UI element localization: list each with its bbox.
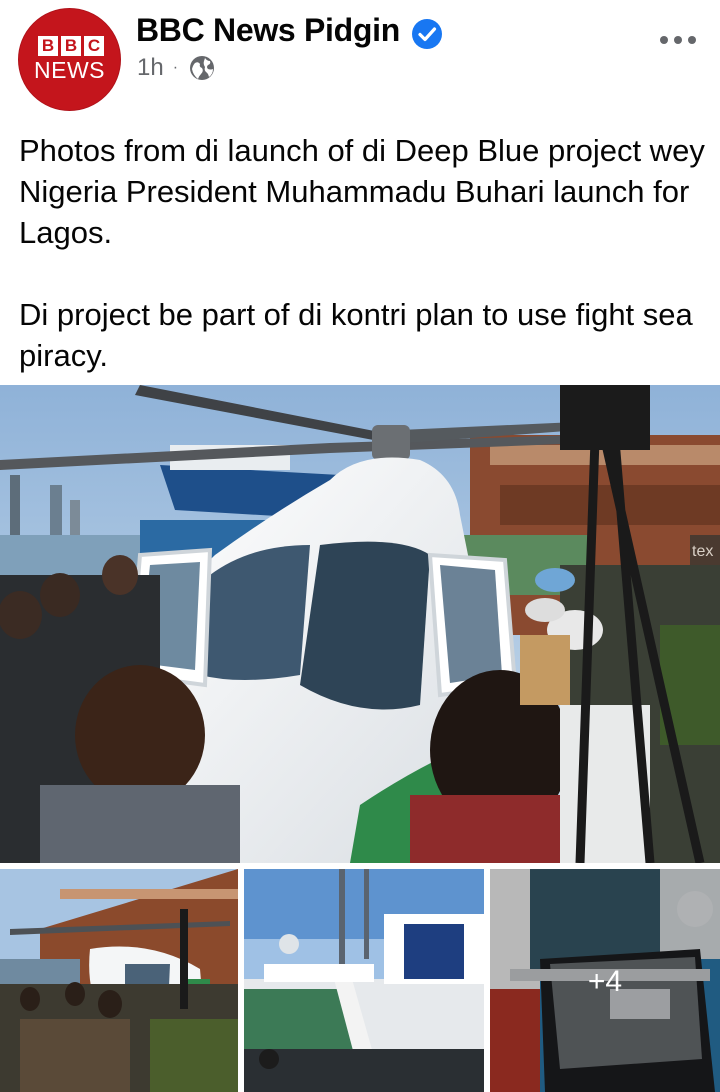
thumbnail-illustration [0,869,238,1092]
post-meta: 1h · [137,54,215,82]
post-header: B B C NEWS BBC News Pidgin 1h · [0,0,720,112]
logo-letter: B [61,36,81,56]
main-photo-helicopter[interactable]: tex [0,385,720,863]
thumbnail-illustration [244,869,484,1092]
post-paragraph: Di project be part of di kontri plan to … [19,297,693,373]
helicopter-photo-illustration: tex [0,385,720,863]
container-text: tex [692,543,713,560]
page-name-link[interactable]: BBC News Pidgin [136,12,400,49]
thumbnail-helicopter-crowd[interactable] [0,869,238,1092]
logo-letter: B [38,36,58,56]
post-timestamp[interactable]: 1h [137,54,164,82]
thumbnail-equipment-case[interactable]: +4 [490,869,720,1092]
globe-icon [190,56,215,80]
page-avatar[interactable]: B B C NEWS [18,8,121,111]
more-horizontal-icon[interactable] [658,30,698,50]
logo-letter: C [84,36,104,56]
more-photos-count[interactable]: +4 [490,965,720,999]
post-paragraph: Photos from di launch of di Deep Blue pr… [19,133,705,250]
post-text: Photos from di launch of di Deep Blue pr… [19,130,709,376]
meta-separator: · [172,59,179,76]
bbc-logo: B B C [38,36,104,56]
logo-word: NEWS [34,57,105,83]
thumbnail-ship[interactable] [244,869,484,1092]
verified-badge-icon [412,19,442,49]
